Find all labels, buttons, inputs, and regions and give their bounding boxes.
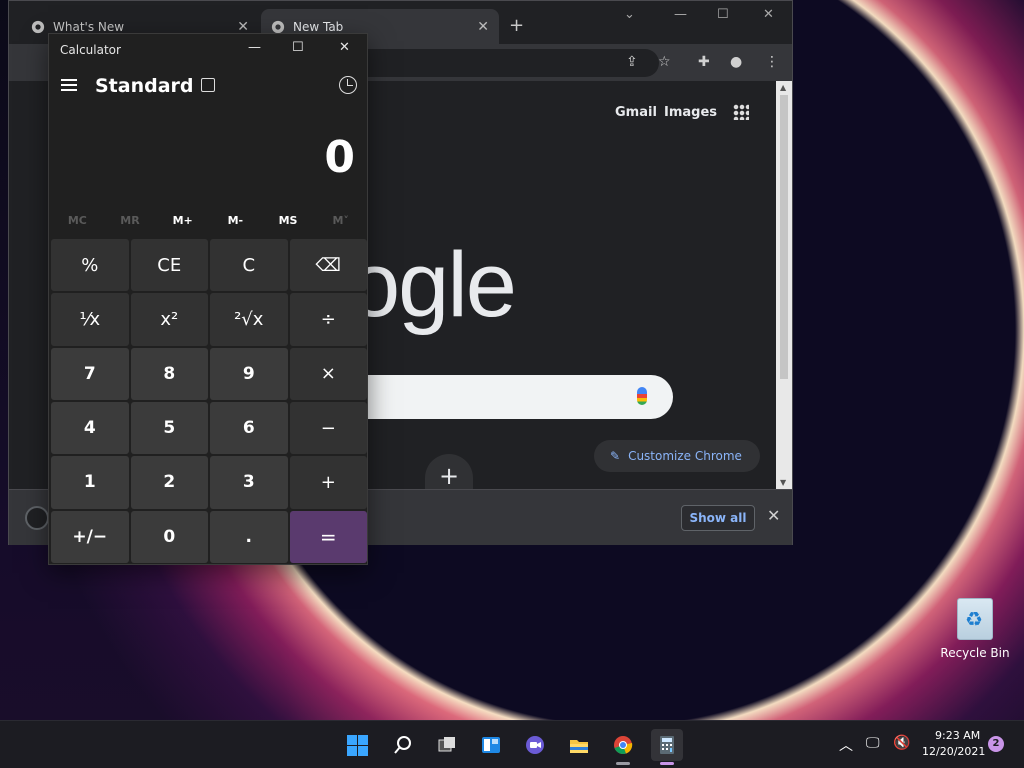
gmail-link[interactable]: Gmail bbox=[615, 105, 657, 120]
memory-add-button[interactable]: M+ bbox=[156, 214, 209, 238]
taskbar: ︿ 🖵 🔇 9:23 AM 12/20/2021 bbox=[0, 720, 1024, 768]
extensions-icon[interactable]: ✚ bbox=[698, 54, 710, 70]
memory-list-button[interactable]: M˅ bbox=[314, 214, 367, 238]
chat-icon[interactable] bbox=[519, 729, 551, 761]
tab-label: New Tab bbox=[293, 19, 344, 34]
bookmark-star-icon[interactable]: ☆ bbox=[658, 54, 671, 70]
show-all-button[interactable]: Show all bbox=[681, 505, 755, 531]
digit-4-button[interactable]: 4 bbox=[51, 401, 129, 455]
google-search-box[interactable] bbox=[361, 375, 673, 419]
digit-8-button[interactable]: 8 bbox=[130, 347, 208, 400]
recycle-bin-icon bbox=[957, 598, 993, 640]
digit-6-button[interactable]: 6 bbox=[210, 401, 288, 455]
menu-icon[interactable] bbox=[61, 79, 77, 91]
customize-label: Customize Chrome bbox=[628, 449, 742, 463]
network-icon[interactable]: 🖵 bbox=[866, 735, 880, 751]
memory-subtract-button[interactable]: M- bbox=[209, 214, 262, 238]
clear-entry-button[interactable]: CE bbox=[130, 239, 208, 292]
maximize-icon[interactable]: ☐ bbox=[717, 7, 729, 22]
chrome-icon bbox=[271, 20, 285, 33]
mode-title: Standard bbox=[95, 75, 194, 97]
calculator-taskbar-icon[interactable] bbox=[651, 729, 683, 765]
memory-clear-button[interactable]: MC bbox=[51, 214, 104, 238]
minimize-icon[interactable]: — bbox=[248, 40, 261, 55]
reciprocal-button[interactable]: ¹⁄x bbox=[51, 293, 129, 346]
recycle-bin-label: Recycle Bin bbox=[940, 646, 1010, 660]
new-tab-plus-icon[interactable]: + bbox=[509, 15, 524, 36]
digit-0-button[interactable]: 0 bbox=[130, 510, 208, 563]
google-apps-icon[interactable] bbox=[733, 104, 749, 120]
memory-row: MC MR M+ M- MS M˅ bbox=[51, 214, 367, 238]
square-button[interactable]: x² bbox=[130, 293, 208, 346]
close-download-bar-icon[interactable]: ✕ bbox=[767, 506, 780, 525]
search-icon[interactable] bbox=[387, 729, 419, 761]
widgets-icon[interactable] bbox=[475, 729, 507, 761]
active-indicator bbox=[660, 762, 674, 765]
voice-search-icon[interactable] bbox=[637, 387, 647, 405]
keep-on-top-icon[interactable] bbox=[201, 78, 215, 92]
pencil-icon: ✎ bbox=[610, 449, 621, 463]
scroll-down-icon[interactable]: ▼ bbox=[780, 478, 786, 487]
google-logo: ogle bbox=[349, 234, 517, 336]
divide-button[interactable]: ÷ bbox=[289, 293, 367, 346]
memory-recall-button[interactable]: MR bbox=[104, 214, 157, 238]
close-tab-icon[interactable]: ✕ bbox=[477, 19, 489, 35]
clock-time[interactable]: 9:23 AM bbox=[935, 729, 980, 742]
digit-7-button[interactable]: 7 bbox=[51, 347, 129, 400]
add-button[interactable]: + bbox=[289, 456, 367, 509]
subtract-button[interactable]: − bbox=[289, 401, 367, 455]
volume-muted-icon[interactable]: 🔇 bbox=[893, 735, 910, 751]
more-menu-icon[interactable]: ⋮ bbox=[765, 54, 779, 70]
multiply-button[interactable]: × bbox=[289, 347, 367, 400]
file-explorer-icon[interactable] bbox=[563, 729, 595, 761]
scroll-up-icon[interactable]: ▲ bbox=[780, 83, 786, 92]
chrome-icon bbox=[31, 20, 45, 33]
result-display: 0 bbox=[324, 132, 355, 183]
minimize-icon[interactable]: — bbox=[674, 7, 687, 22]
customize-chrome-button[interactable]: ✎ Customize Chrome bbox=[594, 440, 760, 472]
tab-label: What's New bbox=[53, 19, 125, 34]
digit-1-button[interactable]: 1 bbox=[51, 456, 129, 509]
page-scrollbar[interactable]: ▲ ▼ bbox=[776, 81, 792, 489]
profile-icon[interactable]: ● bbox=[730, 54, 742, 70]
digit-3-button[interactable]: 3 bbox=[210, 456, 288, 509]
clock-date[interactable]: 12/20/2021 bbox=[922, 745, 985, 758]
square-root-button[interactable]: ²√x bbox=[210, 293, 288, 346]
images-link[interactable]: Images bbox=[664, 105, 717, 120]
calculator-window: Calculator — ☐ ✕ Standard 0 MC MR M+ M- … bbox=[48, 33, 368, 565]
digit-2-button[interactable]: 2 bbox=[130, 456, 208, 509]
close-icon[interactable]: ✕ bbox=[339, 40, 350, 55]
close-window-icon[interactable]: ✕ bbox=[763, 7, 774, 22]
recycle-bin-shortcut[interactable]: Recycle Bin bbox=[937, 598, 1013, 660]
digit-9-button[interactable]: 9 bbox=[210, 347, 288, 400]
window-title: Calculator bbox=[60, 43, 121, 57]
share-icon[interactable]: ⇪ bbox=[626, 54, 638, 70]
backspace-icon[interactable]: ⌫ bbox=[289, 239, 367, 292]
task-view-icon[interactable] bbox=[431, 729, 463, 761]
memory-store-button[interactable]: MS bbox=[262, 214, 315, 238]
maximize-icon[interactable]: ☐ bbox=[292, 40, 304, 55]
running-indicator bbox=[616, 762, 630, 765]
chrome-icon[interactable] bbox=[607, 729, 639, 765]
digit-5-button[interactable]: 5 bbox=[130, 401, 208, 455]
keypad: % CE C ⌫ ¹⁄x x² ²√x ÷ 7 8 9 × 4 5 6 − 1 … bbox=[51, 239, 367, 563]
start-button[interactable] bbox=[341, 729, 373, 761]
scrollbar-thumb[interactable] bbox=[780, 95, 788, 379]
percent-button[interactable]: % bbox=[51, 239, 129, 292]
equals-button[interactable]: = bbox=[289, 510, 367, 563]
decimal-button[interactable]: . bbox=[210, 510, 288, 563]
download-file-icon[interactable] bbox=[25, 506, 49, 530]
tab-search-chevron-icon[interactable]: ⌄ bbox=[624, 7, 635, 22]
clear-button[interactable]: C bbox=[210, 239, 288, 292]
show-hidden-icons-chevron-icon[interactable]: ︿ bbox=[839, 735, 853, 755]
negate-button[interactable]: +/− bbox=[51, 510, 129, 563]
notification-badge[interactable]: 2 bbox=[988, 736, 1004, 752]
history-icon[interactable] bbox=[339, 76, 357, 94]
